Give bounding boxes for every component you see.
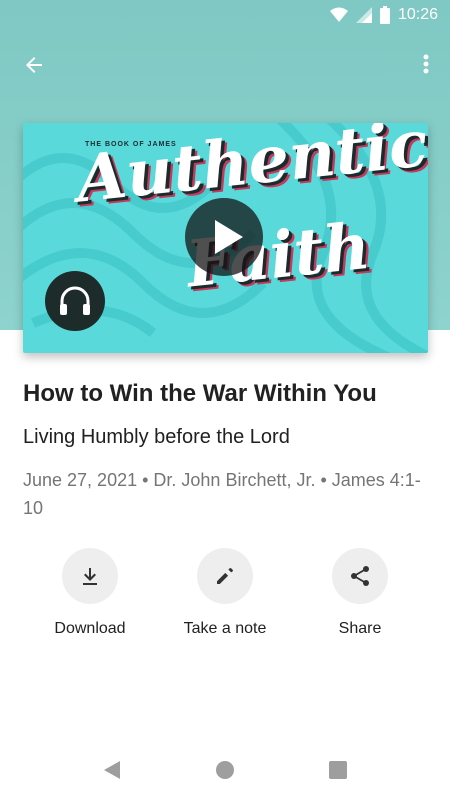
play-icon <box>215 220 243 254</box>
audio-button[interactable] <box>45 271 105 331</box>
more-vert-icon <box>423 54 429 74</box>
nav-home-icon <box>216 761 234 779</box>
take-note-button[interactable]: Take a note <box>165 548 285 638</box>
system-nav-bar <box>0 740 450 800</box>
take-note-label: Take a note <box>183 620 267 637</box>
status-bar: 10:26 <box>0 0 450 32</box>
sermon-meta: June 27, 2021 • Dr. John Birchett, Jr. •… <box>23 470 421 518</box>
nav-back-icon <box>104 761 120 779</box>
share-button[interactable]: Share <box>300 548 420 638</box>
nav-recents-button[interactable] <box>326 758 350 782</box>
play-button[interactable] <box>185 198 263 276</box>
arrow-back-icon <box>26 57 42 73</box>
nav-home-button[interactable] <box>213 758 237 782</box>
sermon-artwork: THE BOOK OF JAMES Authentic Faith <box>23 123 428 353</box>
battery-icon <box>379 6 390 24</box>
share-circle <box>332 548 388 604</box>
status-time: 10:26 <box>397 6 438 23</box>
sermon-title: How to Win the War Within You <box>23 380 377 407</box>
download-circle <box>62 548 118 604</box>
share-label: Share <box>338 620 382 637</box>
toolbar <box>0 40 450 90</box>
nav-back-button[interactable] <box>100 758 124 782</box>
more-options-button[interactable] <box>416 50 436 80</box>
download-button[interactable]: Download <box>30 548 150 638</box>
pencil-icon <box>217 568 233 584</box>
action-row: Download Take a note Share <box>0 548 450 648</box>
sermon-subtitle: Living Humbly before the Lord <box>23 426 290 448</box>
nav-recents-icon <box>329 761 347 779</box>
share-icon <box>351 566 369 586</box>
signal-icon <box>355 7 372 23</box>
download-label: Download <box>54 620 126 637</box>
take-note-circle <box>197 548 253 604</box>
wifi-icon <box>329 7 348 22</box>
headphones-icon <box>60 286 90 315</box>
download-icon <box>83 568 97 585</box>
back-button[interactable] <box>18 50 52 80</box>
